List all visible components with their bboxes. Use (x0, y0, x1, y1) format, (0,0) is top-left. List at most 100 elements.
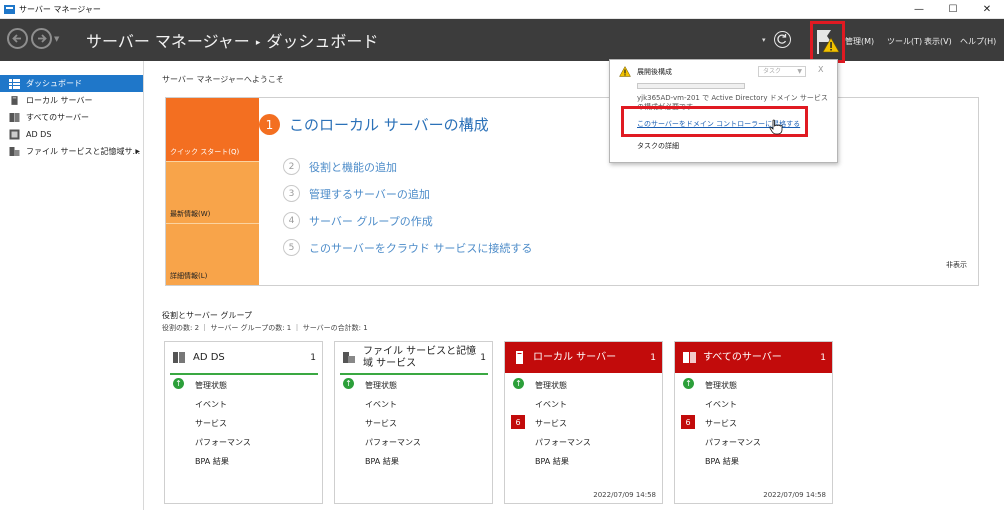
file-services-icon (8, 146, 20, 157)
refresh-button[interactable] (774, 31, 791, 48)
dashboard-icon (8, 78, 20, 89)
sidebar-item-label: AD DS (26, 130, 52, 139)
arrow-right-icon (38, 34, 47, 43)
back-button[interactable] (7, 28, 28, 49)
welcome-heading: サーバー マネージャーへようこそ (162, 75, 284, 84)
tile-header[interactable]: AD DS 1 (165, 342, 322, 373)
tab-learn-more[interactable]: 詳細情報(L) (166, 223, 259, 285)
breadcrumb-root[interactable]: サーバー マネージャー (86, 32, 250, 51)
chevron-down-icon: ▼ (797, 68, 802, 75)
arrow-left-icon (12, 34, 21, 43)
tile-row-manageability[interactable]: 管理状態 (535, 380, 567, 391)
step-number: 5 (283, 239, 300, 256)
step-number: 3 (283, 185, 300, 202)
progress-bar (637, 83, 745, 89)
status-bar (340, 373, 488, 375)
step-configure-local-server[interactable]: 1 このローカル サーバーの構成 (259, 114, 489, 135)
tile-row-performance[interactable]: パフォーマンス (365, 437, 421, 448)
tile-row-bpa[interactable]: BPA 結果 (705, 456, 739, 467)
status-bar (170, 373, 318, 375)
close-button[interactable]: ✕ (970, 0, 1004, 19)
notifications-button[interactable] (810, 21, 845, 63)
task-dropdown[interactable]: タスク ▼ (758, 66, 806, 77)
tile-row-performance[interactable]: パフォーマンス (535, 437, 591, 448)
status-ok-icon: ↑ (343, 378, 354, 389)
step-connect-cloud[interactable]: 5 このサーバーをクラウド サービスに接続する (283, 239, 532, 256)
step-link[interactable]: このローカル サーバーの構成 (289, 114, 489, 135)
tile-header[interactable]: ファイル サービスと記憶域 サービス 1 (335, 342, 492, 373)
ad-ds-icon (173, 351, 186, 364)
roles-summary: 役割の数: 2 ｜ サーバー グループの数: 1 ｜ サーバーの合計数: 1 (162, 324, 368, 332)
history-dropdown-icon[interactable]: ▼ (54, 35, 59, 43)
tile-title: AD DS (193, 351, 225, 363)
tile-row-events[interactable]: イベント (705, 399, 737, 410)
tile-row-performance[interactable]: パフォーマンス (195, 437, 251, 448)
window-titlebar: サーバー マネージャー — ☐ ✕ (0, 0, 1004, 19)
expand-arrow-icon[interactable]: ▶ (135, 148, 140, 155)
tile-row-events[interactable]: イベント (365, 399, 397, 410)
step-create-group[interactable]: 4 サーバー グループの作成 (283, 212, 433, 229)
tile-header[interactable]: すべてのサーバー 1 (675, 342, 832, 373)
notification-title: 展開後構成 (637, 68, 672, 76)
sidebar-item-dashboard[interactable]: ダッシュボード (0, 75, 143, 92)
step-number: 1 (259, 114, 280, 135)
tile-row-manageability[interactable]: 管理状態 (705, 380, 737, 391)
breadcrumb-current: ダッシュボード (266, 32, 379, 51)
menu-manage[interactable]: 管理(M) (845, 36, 874, 47)
hide-link[interactable]: 非表示 (946, 260, 967, 270)
tab-whats-new[interactable]: 最新情報(W) (166, 161, 259, 223)
tile-row-manageability[interactable]: 管理状態 (195, 380, 227, 391)
sidebar-item-local-server[interactable]: ローカル サーバー (0, 92, 143, 109)
role-tile-ad-ds[interactable]: AD DS 1 ↑ 管理状態 イベント サービス パフォーマンス BPA 結果 (164, 341, 323, 504)
file-services-icon (343, 351, 356, 364)
status-ok-icon: ↑ (683, 378, 694, 389)
menu-help[interactable]: ヘルプ(H) (960, 36, 996, 47)
tile-header[interactable]: ローカル サーバー 1 (505, 342, 662, 373)
tile-timestamp: 2022/07/09 14:58 (763, 491, 826, 499)
sidebar-item-file-services[interactable]: ファイル サービスと記憶域サ... ▶ (0, 143, 143, 160)
role-tile-all-servers[interactable]: すべてのサーバー 1 ↑ 6 管理状態 イベント サービス パフォーマンス BP… (674, 341, 833, 504)
forward-button[interactable] (31, 28, 52, 49)
step-add-servers[interactable]: 3 管理するサーバーの追加 (283, 185, 430, 202)
sidebar-item-all-servers[interactable]: すべてのサーバー (0, 109, 143, 126)
tile-title: ファイル サービスと記憶域 サービス (363, 345, 477, 369)
server-manager-app-icon (4, 4, 15, 14)
status-ok-icon: ↑ (173, 378, 184, 389)
step-add-roles[interactable]: 2 役割と機能の追加 (283, 158, 397, 175)
refresh-icon (777, 34, 787, 44)
menu-tools[interactable]: ツール(T) (887, 36, 922, 47)
role-tile-local-server[interactable]: ローカル サーバー 1 ↑ 6 管理状態 イベント サービス パフォーマンス B… (504, 341, 663, 504)
status-ok-icon: ↑ (513, 378, 524, 389)
tile-row-bpa[interactable]: BPA 結果 (195, 456, 229, 467)
tile-row-services[interactable]: サービス (705, 418, 737, 429)
tile-row-events[interactable]: イベント (195, 399, 227, 410)
minimize-button[interactable]: — (902, 0, 936, 19)
maximize-button[interactable]: ☐ (936, 0, 970, 19)
tile-row-performance[interactable]: パフォーマンス (705, 437, 761, 448)
tile-row-services[interactable]: サービス (365, 418, 397, 429)
role-tile-file-services[interactable]: ファイル サービスと記憶域 サービス 1 ↑ 管理状態 イベント サービス パフ… (334, 341, 493, 504)
task-details-link[interactable]: タスクの詳細 (637, 141, 679, 151)
sidebar-item-label: ローカル サーバー (26, 96, 93, 105)
step-link[interactable]: 役割と機能の追加 (309, 159, 397, 175)
tile-row-services[interactable]: サービス (195, 418, 227, 429)
tile-row-bpa[interactable]: BPA 結果 (535, 456, 569, 467)
tile-timestamp: 2022/07/09 14:58 (593, 491, 656, 499)
step-link[interactable]: 管理するサーバーの追加 (309, 186, 430, 202)
tile-row-services[interactable]: サービス (535, 418, 567, 429)
server-icon (513, 351, 526, 364)
step-link[interactable]: このサーバーをクラウド サービスに接続する (309, 240, 532, 256)
sidebar-item-ad-ds[interactable]: AD DS (0, 126, 143, 143)
tab-quick-start[interactable]: クイック スタート(Q) (166, 98, 259, 161)
refresh-dropdown-icon[interactable]: ▾ (762, 36, 766, 44)
services-alert-badge: 6 (681, 415, 695, 429)
notification-close-button[interactable]: X (818, 65, 823, 74)
menu-view[interactable]: 表示(V) (924, 36, 952, 47)
hand-cursor-icon (769, 119, 783, 135)
tile-row-manageability[interactable]: 管理状態 (365, 380, 397, 391)
step-link[interactable]: サーバー グループの作成 (309, 213, 433, 229)
sidebar-item-label: ファイル サービスと記憶域サ... (26, 147, 141, 156)
tile-row-bpa[interactable]: BPA 結果 (365, 456, 399, 467)
step-number: 4 (283, 212, 300, 229)
tile-row-events[interactable]: イベント (535, 399, 567, 410)
